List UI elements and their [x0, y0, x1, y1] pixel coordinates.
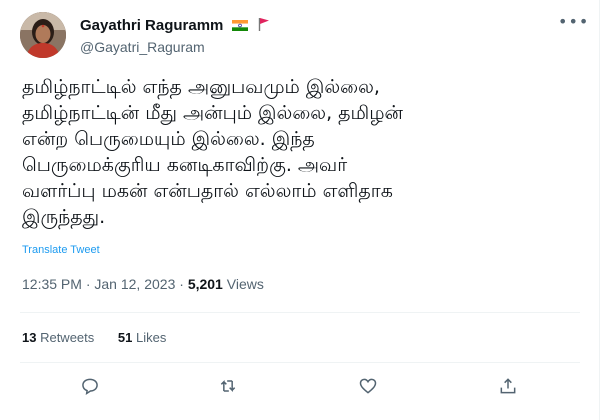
tweet-stats: 13 Retweets 51 Likes — [22, 330, 186, 345]
avatar[interactable] — [20, 12, 66, 58]
like-icon[interactable] — [358, 376, 382, 400]
views-label: Views — [222, 276, 264, 292]
retweets-count: 13 — [22, 330, 37, 345]
tweet-metadata: 12:35 PM · Jan 12, 2023 · 5,201 Views — [22, 276, 264, 292]
avatar-image — [20, 12, 66, 58]
likes-count: 51 — [117, 330, 133, 345]
likes-label: Likes — [132, 330, 167, 345]
divider — [20, 312, 580, 313]
translate-tweet-link[interactable]: Translate Tweet — [22, 244, 100, 256]
display-name[interactable]: Gayathri Raguramm — [80, 17, 223, 34]
tweet-time[interactable]: 12:35 PM — [22, 276, 82, 292]
tweet-card: Gayathri Raguramm @Gayatri_Raguram ••• த… — [0, 0, 600, 420]
divider — [20, 362, 580, 363]
retweets-label: Retweets — [36, 330, 95, 345]
more-options-icon[interactable]: ••• — [558, 14, 588, 34]
views-count: 5,201 — [187, 276, 223, 292]
tweet-header: Gayathri Raguramm @Gayatri_Raguram ••• — [20, 12, 590, 58]
user-handle[interactable]: @Gayatri_Raguram — [80, 39, 270, 55]
meta-separator: · — [175, 276, 188, 292]
retweets-stat[interactable]: 13 Retweets — [22, 330, 94, 345]
share-icon[interactable] — [498, 376, 522, 400]
reply-icon[interactable] — [80, 376, 104, 400]
tweet-text: தமிழ்நாட்டில் எந்த அனுபவமும் இல்லை, தமிழ… — [22, 76, 403, 228]
red-flag-icon — [258, 16, 270, 35]
tweet-date[interactable]: Jan 12, 2023 — [94, 276, 175, 292]
india-flag-icon — [232, 16, 249, 35]
meta-separator: · — [81, 276, 95, 292]
tweet-actions-bar — [0, 372, 600, 402]
likes-stat[interactable]: 51 Likes — [118, 330, 166, 345]
retweet-icon[interactable] — [218, 376, 242, 400]
user-name-block: Gayathri Raguramm @Gayatri_Raguram — [80, 15, 270, 55]
